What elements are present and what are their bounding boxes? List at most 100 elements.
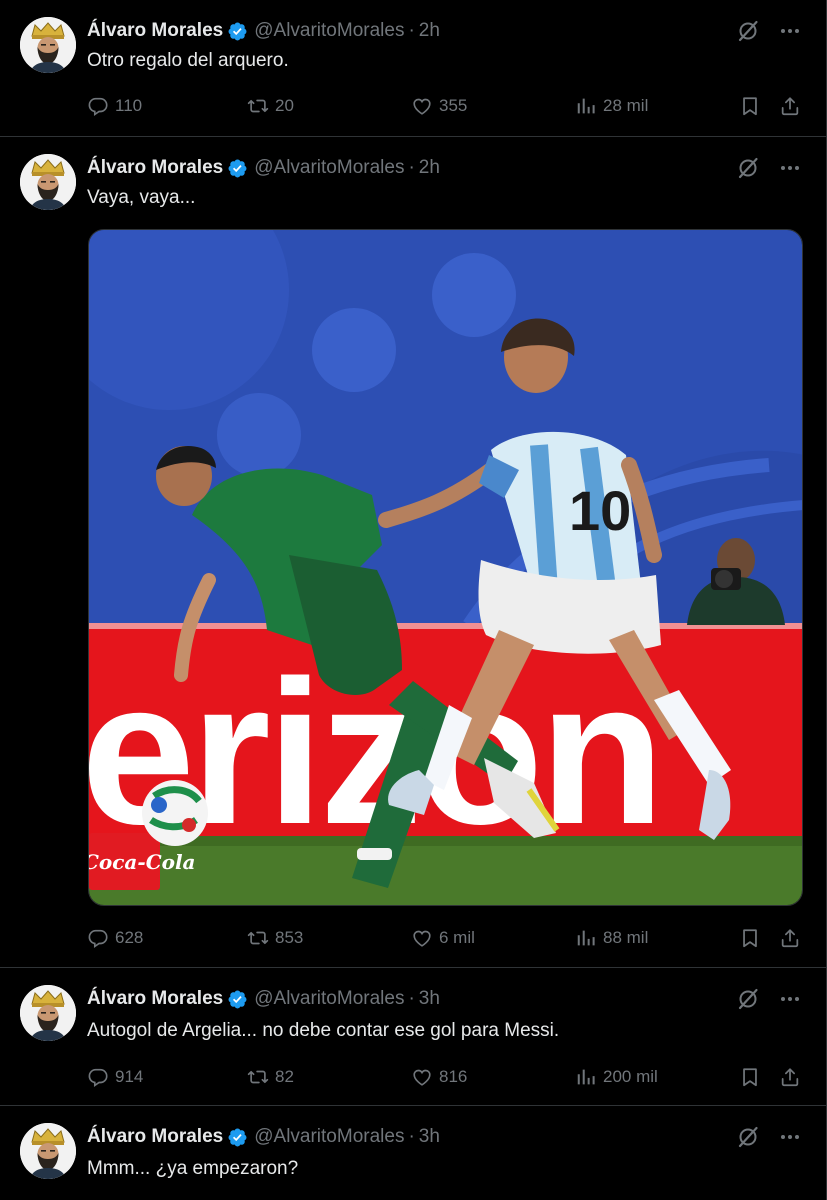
more-icon[interactable]	[778, 156, 802, 180]
timestamp[interactable]: 3h	[419, 1126, 440, 1148]
verified-badge-icon	[227, 989, 248, 1010]
tweet-top-actions	[736, 19, 802, 43]
bookmark-button[interactable]	[739, 1066, 761, 1088]
avatar[interactable]	[20, 17, 76, 73]
avatar[interactable]	[20, 985, 76, 1041]
like-button[interactable]: 355	[411, 95, 467, 117]
repost-count: 853	[275, 928, 304, 947]
tweet-header: Álvaro Morales @AlvaritoMorales · 2h	[87, 155, 440, 181]
more-icon[interactable]	[778, 1125, 802, 1149]
author-handle[interactable]: @AlvaritoMorales	[254, 1126, 404, 1148]
tweet-header: Álvaro Morales @AlvaritoMorales · 3h	[87, 986, 440, 1012]
bookmark-button[interactable]	[739, 95, 761, 117]
like-icon	[411, 95, 433, 117]
tweet-top-actions	[736, 1125, 802, 1149]
repost-count: 82	[275, 1067, 294, 1086]
repost-button[interactable]: 82	[247, 1066, 294, 1088]
reply-button[interactable]: 110	[87, 95, 142, 117]
author-handle[interactable]: @AlvaritoMorales	[254, 988, 404, 1010]
reply-count: 628	[115, 928, 144, 947]
author-handle[interactable]: @AlvaritoMorales	[254, 157, 404, 179]
bookmark-icon	[739, 927, 761, 949]
tweet-text: Autogol de Argelia... no debe contar ese…	[87, 1020, 560, 1041]
author-handle[interactable]: @AlvaritoMorales	[254, 20, 404, 42]
reply-icon	[87, 95, 109, 117]
tweet-2[interactable]: Álvaro Morales @AlvaritoMorales · 2h Vay…	[0, 137, 826, 968]
author-name[interactable]: Álvaro Morales	[87, 157, 223, 179]
repost-icon	[247, 1066, 269, 1088]
tweet-4[interactable]: Álvaro Morales @AlvaritoMorales · 3h Mmm…	[0, 1106, 826, 1200]
reply-button[interactable]: 914	[87, 1066, 143, 1088]
repost-button[interactable]: 20	[247, 95, 294, 117]
views-icon	[575, 95, 597, 117]
separator: ·	[408, 20, 415, 41]
soccer-photo: erizon Coca-Cola 10	[89, 230, 802, 905]
timeline-feed: Álvaro Morales @AlvaritoMorales · 2h Otr…	[0, 0, 827, 1200]
author-name[interactable]: Álvaro Morales	[87, 1126, 223, 1148]
bookmark-button[interactable]	[739, 927, 761, 949]
share-icon	[779, 927, 801, 949]
grok-icon[interactable]	[736, 987, 760, 1011]
timestamp[interactable]: 3h	[419, 988, 440, 1010]
tweet-actions: 914 82 816 200 mil	[87, 1065, 803, 1089]
tweet-header: Álvaro Morales @AlvaritoMorales · 3h	[87, 1124, 440, 1150]
like-button[interactable]: 6 mil	[411, 927, 475, 949]
separator: ·	[408, 157, 415, 178]
share-icon	[779, 1066, 801, 1088]
grok-icon[interactable]	[736, 19, 760, 43]
author-name[interactable]: Álvaro Morales	[87, 20, 223, 42]
repost-icon	[247, 95, 269, 117]
avatar[interactable]	[20, 1123, 76, 1179]
tweet-actions: 110 20 355 28 mil	[87, 94, 803, 118]
more-icon[interactable]	[778, 19, 802, 43]
tweet-3[interactable]: Álvaro Morales @AlvaritoMorales · 3h Aut…	[0, 968, 826, 1106]
tweet-text: Vaya, vaya...	[87, 187, 196, 208]
tweet-text: Otro regalo del arquero.	[87, 50, 289, 71]
views-icon	[575, 1066, 597, 1088]
tweet-header: Álvaro Morales @AlvaritoMorales · 2h	[87, 18, 440, 44]
reply-button[interactable]: 628	[87, 927, 143, 949]
tweet-top-actions	[736, 156, 802, 180]
share-button[interactable]	[779, 95, 801, 117]
repost-button[interactable]: 853	[247, 927, 303, 949]
share-button[interactable]	[779, 927, 801, 949]
views-button[interactable]: 200 mil	[575, 1066, 658, 1088]
grok-icon[interactable]	[736, 156, 760, 180]
timestamp[interactable]: 2h	[419, 157, 440, 179]
like-count: 6 mil	[439, 928, 475, 947]
repost-count: 20	[275, 96, 294, 115]
separator: ·	[408, 988, 415, 1009]
verified-badge-icon	[227, 1127, 248, 1148]
separator: ·	[408, 1126, 415, 1147]
like-count: 355	[439, 96, 468, 115]
repost-icon	[247, 927, 269, 949]
views-icon	[575, 927, 597, 949]
reply-count: 914	[115, 1067, 144, 1086]
views-count: 88 mil	[603, 928, 649, 947]
bookmark-icon	[739, 1066, 761, 1088]
like-icon	[411, 1066, 433, 1088]
tweet-text: Mmm... ¿ya empezaron?	[87, 1158, 299, 1179]
grok-icon[interactable]	[736, 1125, 760, 1149]
tweet-photo[interactable]: erizon Coca-Cola 10	[88, 229, 803, 906]
share-icon	[779, 95, 801, 117]
timestamp[interactable]: 2h	[419, 20, 440, 42]
avatar[interactable]	[20, 154, 76, 210]
views-count: 200 mil	[603, 1067, 658, 1086]
verified-badge-icon	[227, 21, 248, 42]
like-count: 816	[439, 1067, 468, 1086]
views-button[interactable]: 28 mil	[575, 95, 648, 117]
share-button[interactable]	[779, 1066, 801, 1088]
author-name[interactable]: Álvaro Morales	[87, 988, 223, 1010]
reply-count: 110	[115, 96, 143, 115]
like-button[interactable]: 816	[411, 1066, 467, 1088]
bookmark-icon	[739, 95, 761, 117]
more-icon[interactable]	[778, 987, 802, 1011]
jersey-number: 10	[569, 479, 631, 542]
tweet-1[interactable]: Álvaro Morales @AlvaritoMorales · 2h Otr…	[0, 0, 826, 137]
reply-icon	[87, 1066, 109, 1088]
verified-badge-icon	[227, 158, 248, 179]
sponsor-logo-text: Coca-Cola	[89, 850, 196, 874]
views-button[interactable]: 88 mil	[575, 927, 648, 949]
views-count: 28 mil	[603, 96, 649, 115]
